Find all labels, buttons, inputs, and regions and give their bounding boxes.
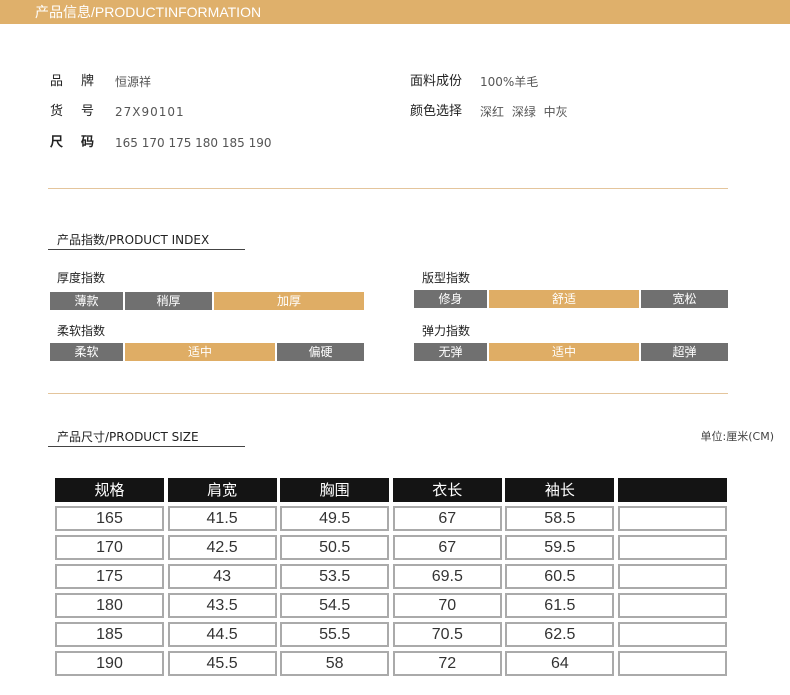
table-cell: 175 — [55, 564, 164, 589]
table-cell: 70.5 — [392, 622, 502, 647]
table-header-cell: 胸围 — [280, 478, 390, 502]
table-cell — [617, 535, 727, 560]
material-label: 面料成份 — [410, 74, 463, 89]
softness-index-label: 柔软指数 — [57, 324, 106, 338]
elasticity-option: 无弹 — [414, 343, 487, 361]
item-number-label: 货 号 — [50, 104, 94, 119]
table-cell: 41.5 — [167, 506, 277, 531]
table-header-cell: 肩宽 — [167, 478, 277, 502]
size-value: 165 170 175 180 185 190 — [115, 136, 272, 150]
unit-label: 单位:厘米(CM) — [700, 430, 774, 443]
table-cell: 55.5 — [280, 622, 390, 647]
softness-option: 柔软 — [50, 343, 123, 361]
table-cell — [617, 564, 727, 589]
table-cell: 53.5 — [280, 564, 390, 589]
elasticity-option: 适中 — [489, 343, 639, 361]
item-number-value: 27X90101 — [115, 105, 185, 119]
thickness-index-label: 厚度指数 — [57, 271, 106, 285]
product-information-title: 产品信息/PRODUCTINFORMATION — [35, 4, 262, 20]
table-cell: 44.5 — [167, 622, 277, 647]
table-cell: 49.5 — [280, 506, 390, 531]
table-cell: 58.5 — [505, 506, 615, 531]
table-cell: 42.5 — [167, 535, 277, 560]
header-bar: 产品信息/PRODUCTINFORMATION — [0, 0, 790, 24]
table-cell: 67 — [392, 535, 502, 560]
table-cell: 43.5 — [167, 593, 277, 618]
table-cell: 64 — [505, 651, 615, 676]
table-header-cell: 规格 — [55, 478, 164, 502]
divider — [48, 393, 728, 394]
product-index-title: 产品指数/PRODUCT INDEX — [48, 230, 245, 250]
softness-option: 偏硬 — [277, 343, 364, 361]
table-cell — [617, 622, 727, 647]
product-size-title: 产品尺寸/PRODUCT SIZE — [48, 427, 245, 447]
table-cell: 165 — [55, 506, 164, 531]
size-label: 尺 码 — [50, 135, 94, 150]
table-cell: 190 — [55, 651, 164, 676]
table-header-cell: 衣长 — [392, 478, 502, 502]
material-value: 100%羊毛 — [480, 75, 539, 89]
color-label: 颜色选择 — [410, 104, 463, 119]
table-cell: 61.5 — [505, 593, 615, 618]
fit-index-label: 版型指数 — [422, 271, 471, 285]
table-cell: 185 — [55, 622, 164, 647]
fit-index-bar: 修身 舒适 宽松 — [414, 290, 728, 308]
fit-option: 修身 — [414, 290, 487, 308]
thickness-option: 加厚 — [214, 292, 364, 310]
thickness-option: 薄款 — [50, 292, 123, 310]
brand-value: 恒源祥 — [115, 75, 152, 89]
table-cell: 70 — [392, 593, 502, 618]
table-cell: 62.5 — [505, 622, 615, 647]
color-value: 深红 深绿 中灰 — [480, 105, 568, 119]
table-cell: 170 — [55, 535, 164, 560]
table-cell: 72 — [392, 651, 502, 676]
thickness-option: 稍厚 — [125, 292, 212, 310]
table-cell: 58 — [280, 651, 390, 676]
table-cell: 67 — [392, 506, 502, 531]
brand-label: 品 牌 — [50, 74, 94, 89]
divider — [48, 188, 728, 189]
table-cell: 54.5 — [280, 593, 390, 618]
table-cell — [617, 651, 727, 676]
fit-option: 宽松 — [641, 290, 728, 308]
table-cell: 50.5 — [280, 535, 390, 560]
fit-option: 舒适 — [489, 290, 639, 308]
table-header-cell: 袖长 — [505, 478, 615, 502]
table-cell: 59.5 — [505, 535, 615, 560]
softness-index-bar: 柔软 适中 偏硬 — [50, 343, 364, 361]
table-cell: 180 — [55, 593, 164, 618]
size-table: 规格 肩宽 胸围 衣长 袖长 165 41.5 49.5 67 58.5 170 42.5 50.5 67… — [55, 478, 727, 676]
table-header-cell — [617, 478, 727, 502]
softness-option: 适中 — [125, 343, 275, 361]
table-cell — [617, 506, 727, 531]
thickness-index-bar: 薄款 稍厚 加厚 — [50, 292, 364, 310]
table-cell: 45.5 — [167, 651, 277, 676]
elasticity-index-bar: 无弹 适中 超弹 — [414, 343, 728, 361]
table-cell — [617, 593, 727, 618]
table-cell: 60.5 — [505, 564, 615, 589]
table-cell: 69.5 — [392, 564, 502, 589]
elasticity-index-label: 弹力指数 — [422, 324, 471, 338]
table-cell: 43 — [167, 564, 277, 589]
elasticity-option: 超弹 — [641, 343, 728, 361]
